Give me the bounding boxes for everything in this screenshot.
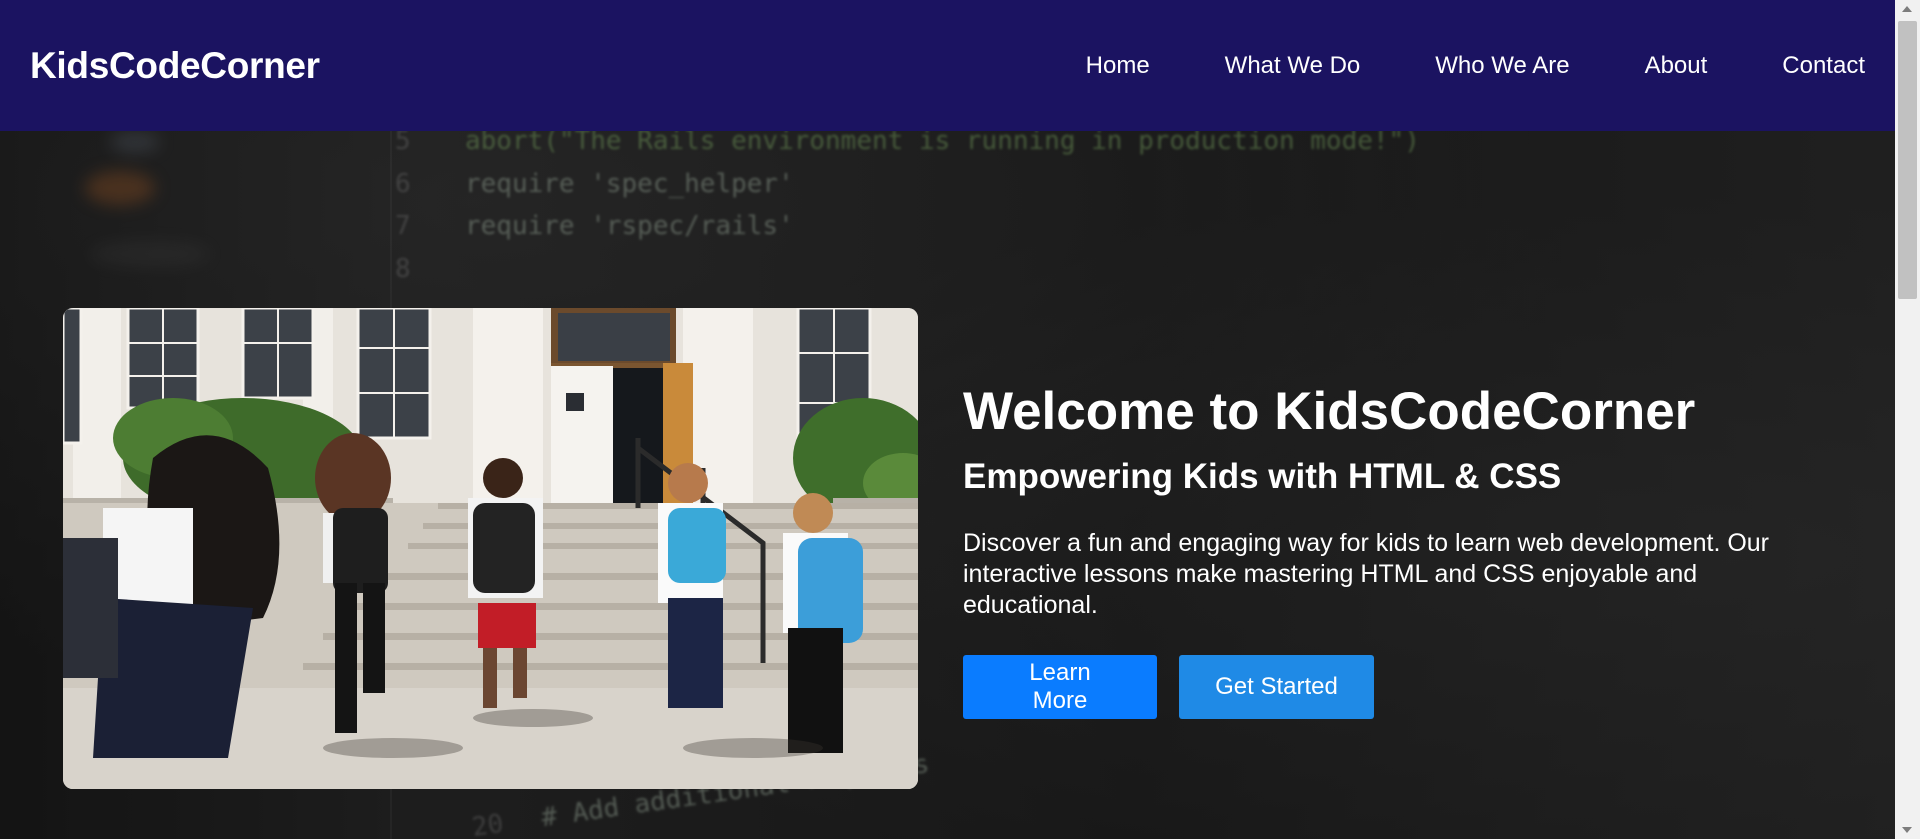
hero-description: Discover a fun and engaging way for kids… [963,528,1770,619]
scroll-down-arrow-icon[interactable] [1902,827,1912,833]
main-nav: Home What We Do Who We Are About Contact [1086,52,1865,80]
nav-about-link[interactable]: About [1645,52,1708,80]
hero-text-block: Welcome to KidsCodeCorner Empowering Kid… [963,382,1823,719]
nav-what-we-do-link[interactable]: What We Do [1225,52,1361,80]
nav-who-we-are-link[interactable]: Who We Are [1435,52,1569,80]
scroll-thumb[interactable] [1898,21,1917,299]
page-scrollbar[interactable] [1895,0,1920,839]
hero-title: Welcome to KidsCodeCorner [963,382,1696,441]
children-running-to-school-photo [63,308,918,789]
hero-buttons: Learn More Get Started [963,654,1823,719]
nav-contact-link[interactable]: Contact [1782,52,1865,80]
site-logo[interactable]: KidsCodeCorner [30,45,320,87]
nav-home-link[interactable]: Home [1086,52,1150,80]
hero-subtitle: Empowering Kids with HTML & CSS [963,457,1562,497]
scroll-up-arrow-icon[interactable] [1902,6,1912,12]
get-started-button[interactable]: Get Started [1179,654,1374,719]
hero-section: 5 abort("The Rails environment is running… [0,131,1895,839]
hero-photo [63,308,918,789]
site-header: KidsCodeCorner Home What We Do Who We Ar… [0,0,1895,131]
learn-more-button[interactable]: Learn More [963,654,1157,719]
